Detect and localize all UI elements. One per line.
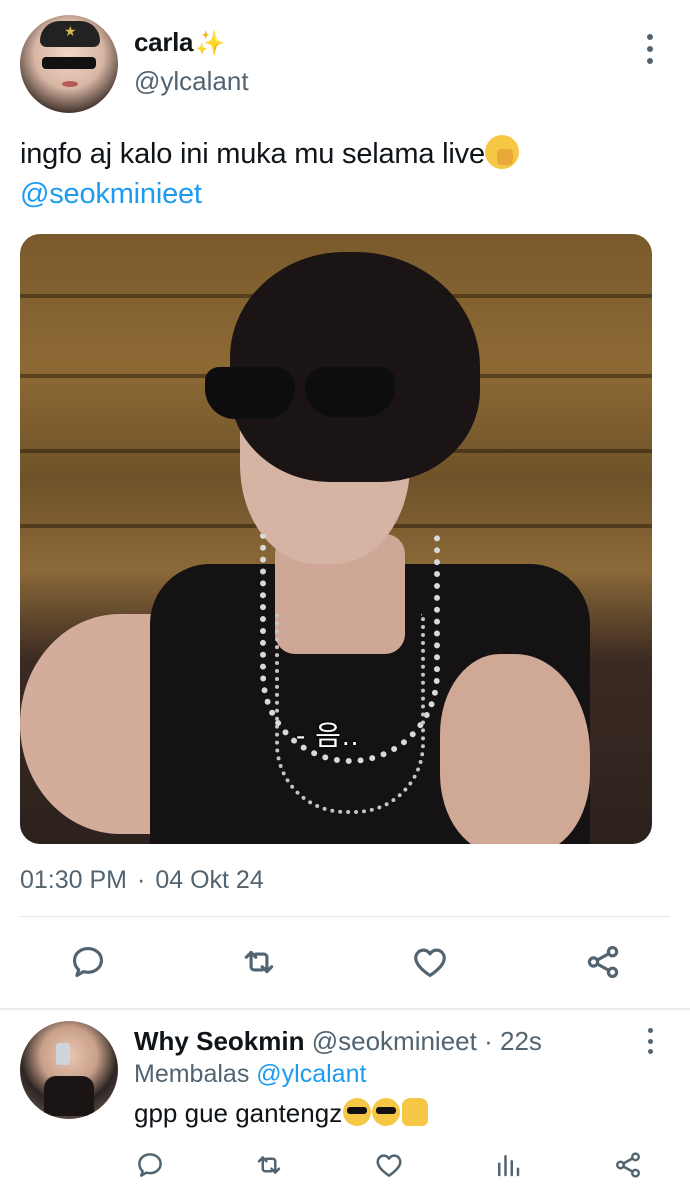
mention-link[interactable]: @seokminieet xyxy=(20,178,202,210)
share-icon[interactable] xyxy=(611,1148,645,1182)
reply-author-line: Why Seokmin @seokminieet · 22s xyxy=(134,1026,542,1057)
hand-over-mouth-emoji xyxy=(484,135,519,169)
reply-text: gpp gue gantengz xyxy=(134,1098,429,1129)
main-tweet: ★ carla✨ @ylcalant ingfo aj kalo ini muk… xyxy=(0,0,690,1010)
reply-author-handle[interactable]: @seokminieet xyxy=(312,1026,477,1056)
sunglasses-shape xyxy=(205,367,395,419)
star-icon: ★ xyxy=(64,23,77,39)
more-options-icon[interactable] xyxy=(636,34,664,64)
tweet-text: ingfo aj kalo ini muka mu selama live @s… xyxy=(20,134,670,214)
replying-label: Membalas xyxy=(134,1060,250,1088)
photo-caption: - 음.. xyxy=(296,720,360,751)
replying-to-line: Membalas @ylcalant xyxy=(134,1060,366,1089)
author-display-name[interactable]: carla✨ xyxy=(134,27,225,58)
reply-separator: · xyxy=(484,1026,493,1056)
like-icon[interactable] xyxy=(372,1148,406,1182)
divider xyxy=(20,916,670,917)
thumbs-up-emoji xyxy=(402,1098,429,1126)
retweet-icon[interactable] xyxy=(237,940,281,984)
tweet-actions xyxy=(0,940,690,988)
reply-author-avatar[interactable] xyxy=(20,1021,118,1119)
shirt-shape xyxy=(44,1076,94,1116)
tweet-body: ingfo aj kalo ini muka mu selama live xyxy=(20,138,485,170)
sunglasses-emoji xyxy=(372,1098,401,1126)
sunglasses-emoji xyxy=(343,1098,372,1126)
lips-shape xyxy=(62,81,78,87)
reply-author-name[interactable]: Why Seokmin xyxy=(134,1026,304,1056)
author-name-text: carla xyxy=(134,27,194,57)
author-handle[interactable]: @ylcalant xyxy=(134,66,249,97)
share-icon[interactable] xyxy=(581,940,625,984)
sparkles-emoji: ✨ xyxy=(195,30,225,57)
phone-shape xyxy=(56,1043,70,1065)
like-icon[interactable] xyxy=(408,940,452,984)
replying-to-mention[interactable]: @ylcalant xyxy=(256,1060,366,1088)
tweet-time: 01:30 PM xyxy=(20,866,128,894)
sunglasses-shape xyxy=(42,57,96,69)
tweet-date: 04 Okt 24 xyxy=(155,866,264,894)
tweet-timestamp[interactable]: 01:30 PM · 04 Okt 24 xyxy=(20,866,264,895)
meta-separator: · xyxy=(137,866,146,894)
right-arm-shape xyxy=(440,654,590,844)
author-avatar[interactable]: ★ xyxy=(20,15,118,113)
tweet-photo[interactable]: - 음.. xyxy=(20,234,652,844)
reply-more-options-icon[interactable] xyxy=(640,1028,660,1054)
retweet-icon[interactable] xyxy=(252,1148,286,1182)
reply-body: gpp gue gantengz xyxy=(134,1098,343,1128)
views-icon[interactable] xyxy=(491,1148,525,1182)
reply-tweet[interactable]: Why Seokmin @seokminieet · 22s Membalas … xyxy=(0,1010,690,1200)
reply-actions xyxy=(0,1148,690,1188)
reply-age: 22s xyxy=(500,1026,542,1056)
reply-icon[interactable] xyxy=(133,1148,167,1182)
reply-icon[interactable] xyxy=(66,940,110,984)
